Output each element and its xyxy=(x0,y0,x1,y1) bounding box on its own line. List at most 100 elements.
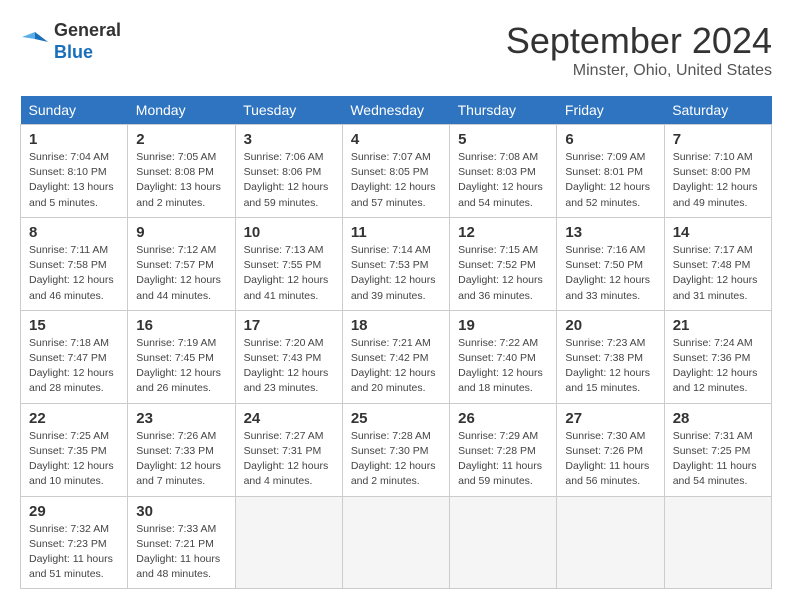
col-monday: Monday xyxy=(128,96,235,125)
day-number: 3 xyxy=(244,131,334,148)
day-number: 5 xyxy=(458,131,548,148)
day-info: Sunrise: 7:20 AMSunset: 7:43 PMDaylight:… xyxy=(244,336,334,397)
title-block: September 2024 Minster, Ohio, United Sta… xyxy=(506,20,772,80)
day-info: Sunrise: 7:25 AMSunset: 7:35 PMDaylight:… xyxy=(29,429,119,490)
table-row: 29 Sunrise: 7:32 AMSunset: 7:23 PMDayligh… xyxy=(21,496,128,589)
day-number: 9 xyxy=(136,224,226,241)
day-number: 15 xyxy=(29,317,119,334)
day-info: Sunrise: 7:04 AMSunset: 8:10 PMDaylight:… xyxy=(29,150,119,211)
table-row: 1 Sunrise: 7:04 AMSunset: 8:10 PMDaylight… xyxy=(21,125,128,218)
logo-text: General Blue xyxy=(54,20,121,63)
calendar-week-row: 8 Sunrise: 7:11 AMSunset: 7:58 PMDaylight… xyxy=(21,217,772,310)
day-info: Sunrise: 7:26 AMSunset: 7:33 PMDaylight:… xyxy=(136,429,226,490)
day-info: Sunrise: 7:16 AMSunset: 7:50 PMDaylight:… xyxy=(565,243,655,304)
day-number: 17 xyxy=(244,317,334,334)
table-row: 18 Sunrise: 7:21 AMSunset: 7:42 PMDayligh… xyxy=(342,310,449,403)
day-number: 23 xyxy=(136,410,226,427)
day-info: Sunrise: 7:13 AMSunset: 7:55 PMDaylight:… xyxy=(244,243,334,304)
month-title: September 2024 xyxy=(506,20,772,62)
day-info: Sunrise: 7:22 AMSunset: 7:40 PMDaylight:… xyxy=(458,336,548,397)
table-row: 7Sunrise: 7:10 AMSunset: 8:00 PMDaylight… xyxy=(664,125,771,218)
day-info: Sunrise: 7:14 AMSunset: 7:53 PMDaylight:… xyxy=(351,243,441,304)
table-row: 13Sunrise: 7:16 AMSunset: 7:50 PMDayligh… xyxy=(557,217,664,310)
day-info: Sunrise: 7:07 AMSunset: 8:05 PMDaylight:… xyxy=(351,150,441,211)
calendar-week-row: 22 Sunrise: 7:25 AMSunset: 7:35 PMDayligh… xyxy=(21,403,772,496)
day-info: Sunrise: 7:17 AMSunset: 7:48 PMDaylight:… xyxy=(673,243,763,304)
col-thursday: Thursday xyxy=(450,96,557,125)
col-sunday: Sunday xyxy=(21,96,128,125)
location-title: Minster, Ohio, United States xyxy=(506,62,772,80)
day-info: Sunrise: 7:11 AMSunset: 7:58 PMDaylight:… xyxy=(29,243,119,304)
day-number: 24 xyxy=(244,410,334,427)
day-info: Sunrise: 7:05 AMSunset: 8:08 PMDaylight:… xyxy=(136,150,226,211)
day-number: 20 xyxy=(565,317,655,334)
day-number: 26 xyxy=(458,410,548,427)
col-wednesday: Wednesday xyxy=(342,96,449,125)
table-row xyxy=(664,496,771,589)
day-info: Sunrise: 7:15 AMSunset: 7:52 PMDaylight:… xyxy=(458,243,548,304)
day-info: Sunrise: 7:33 AMSunset: 7:21 PMDaylight:… xyxy=(136,522,226,583)
calendar-week-row: 29 Sunrise: 7:32 AMSunset: 7:23 PMDayligh… xyxy=(21,496,772,589)
table-row: 24Sunrise: 7:27 AMSunset: 7:31 PMDayligh… xyxy=(235,403,342,496)
table-row: 23 Sunrise: 7:26 AMSunset: 7:33 PMDayligh… xyxy=(128,403,235,496)
day-number: 27 xyxy=(565,410,655,427)
day-number: 1 xyxy=(29,131,119,148)
table-row: 4Sunrise: 7:07 AMSunset: 8:05 PMDaylight… xyxy=(342,125,449,218)
calendar-week-row: 1 Sunrise: 7:04 AMSunset: 8:10 PMDaylight… xyxy=(21,125,772,218)
day-info: Sunrise: 7:06 AMSunset: 8:06 PMDaylight:… xyxy=(244,150,334,211)
col-tuesday: Tuesday xyxy=(235,96,342,125)
table-row: 14 Sunrise: 7:17 AMSunset: 7:48 PMDayligh… xyxy=(664,217,771,310)
day-number: 28 xyxy=(673,410,763,427)
table-row: 10 Sunrise: 7:13 AMSunset: 7:55 PMDayligh… xyxy=(235,217,342,310)
table-row: 17 Sunrise: 7:20 AMSunset: 7:43 PMDayligh… xyxy=(235,310,342,403)
table-row: 20 Sunrise: 7:23 AMSunset: 7:38 PMDayligh… xyxy=(557,310,664,403)
day-number: 14 xyxy=(673,224,763,241)
table-row: 25Sunrise: 7:28 AMSunset: 7:30 PMDayligh… xyxy=(342,403,449,496)
table-row: 9 Sunrise: 7:12 AMSunset: 7:57 PMDaylight… xyxy=(128,217,235,310)
table-row xyxy=(235,496,342,589)
day-info: Sunrise: 7:24 AMSunset: 7:36 PMDaylight:… xyxy=(673,336,763,397)
day-info: Sunrise: 7:21 AMSunset: 7:42 PMDaylight:… xyxy=(351,336,441,397)
table-row: 26 Sunrise: 7:29 AMSunset: 7:28 PMDayligh… xyxy=(450,403,557,496)
table-row: 2 Sunrise: 7:05 AMSunset: 8:08 PMDaylight… xyxy=(128,125,235,218)
day-info: Sunrise: 7:32 AMSunset: 7:23 PMDaylight:… xyxy=(29,522,119,583)
day-info: Sunrise: 7:08 AMSunset: 8:03 PMDaylight:… xyxy=(458,150,548,211)
col-friday: Friday xyxy=(557,96,664,125)
day-number: 2 xyxy=(136,131,226,148)
table-row: 27Sunrise: 7:30 AMSunset: 7:26 PMDayligh… xyxy=(557,403,664,496)
day-info: Sunrise: 7:18 AMSunset: 7:47 PMDaylight:… xyxy=(29,336,119,397)
day-info: Sunrise: 7:10 AMSunset: 8:00 PMDaylight:… xyxy=(673,150,763,211)
day-number: 16 xyxy=(136,317,226,334)
day-info: Sunrise: 7:29 AMSunset: 7:28 PMDaylight:… xyxy=(458,429,548,490)
day-number: 10 xyxy=(244,224,334,241)
day-info: Sunrise: 7:19 AMSunset: 7:45 PMDaylight:… xyxy=(136,336,226,397)
table-row: 6 Sunrise: 7:09 AMSunset: 8:01 PMDaylight… xyxy=(557,125,664,218)
day-info: Sunrise: 7:12 AMSunset: 7:57 PMDaylight:… xyxy=(136,243,226,304)
logo-bird-icon xyxy=(20,27,50,57)
table-row: 8 Sunrise: 7:11 AMSunset: 7:58 PMDaylight… xyxy=(21,217,128,310)
day-number: 12 xyxy=(458,224,548,241)
table-row: 15 Sunrise: 7:18 AMSunset: 7:47 PMDayligh… xyxy=(21,310,128,403)
logo: General Blue xyxy=(20,20,121,63)
table-row: 19 Sunrise: 7:22 AMSunset: 7:40 PMDayligh… xyxy=(450,310,557,403)
day-number: 22 xyxy=(29,410,119,427)
day-number: 19 xyxy=(458,317,548,334)
day-number: 6 xyxy=(565,131,655,148)
day-info: Sunrise: 7:09 AMSunset: 8:01 PMDaylight:… xyxy=(565,150,655,211)
table-row: 12 Sunrise: 7:15 AMSunset: 7:52 PMDayligh… xyxy=(450,217,557,310)
calendar-table: Sunday Monday Tuesday Wednesday Thursday… xyxy=(20,96,772,589)
col-saturday: Saturday xyxy=(664,96,771,125)
table-row: 30 Sunrise: 7:33 AMSunset: 7:21 PMDayligh… xyxy=(128,496,235,589)
page-header: General Blue September 2024 Minster, Ohi… xyxy=(20,20,772,80)
calendar-header-row: Sunday Monday Tuesday Wednesday Thursday… xyxy=(21,96,772,125)
day-number: 21 xyxy=(673,317,763,334)
day-number: 8 xyxy=(29,224,119,241)
day-number: 18 xyxy=(351,317,441,334)
table-row: 28Sunrise: 7:31 AMSunset: 7:25 PMDayligh… xyxy=(664,403,771,496)
day-number: 29 xyxy=(29,503,119,520)
table-row xyxy=(557,496,664,589)
day-info: Sunrise: 7:23 AMSunset: 7:38 PMDaylight:… xyxy=(565,336,655,397)
table-row xyxy=(342,496,449,589)
day-info: Sunrise: 7:28 AMSunset: 7:30 PMDaylight:… xyxy=(351,429,441,490)
day-number: 30 xyxy=(136,503,226,520)
